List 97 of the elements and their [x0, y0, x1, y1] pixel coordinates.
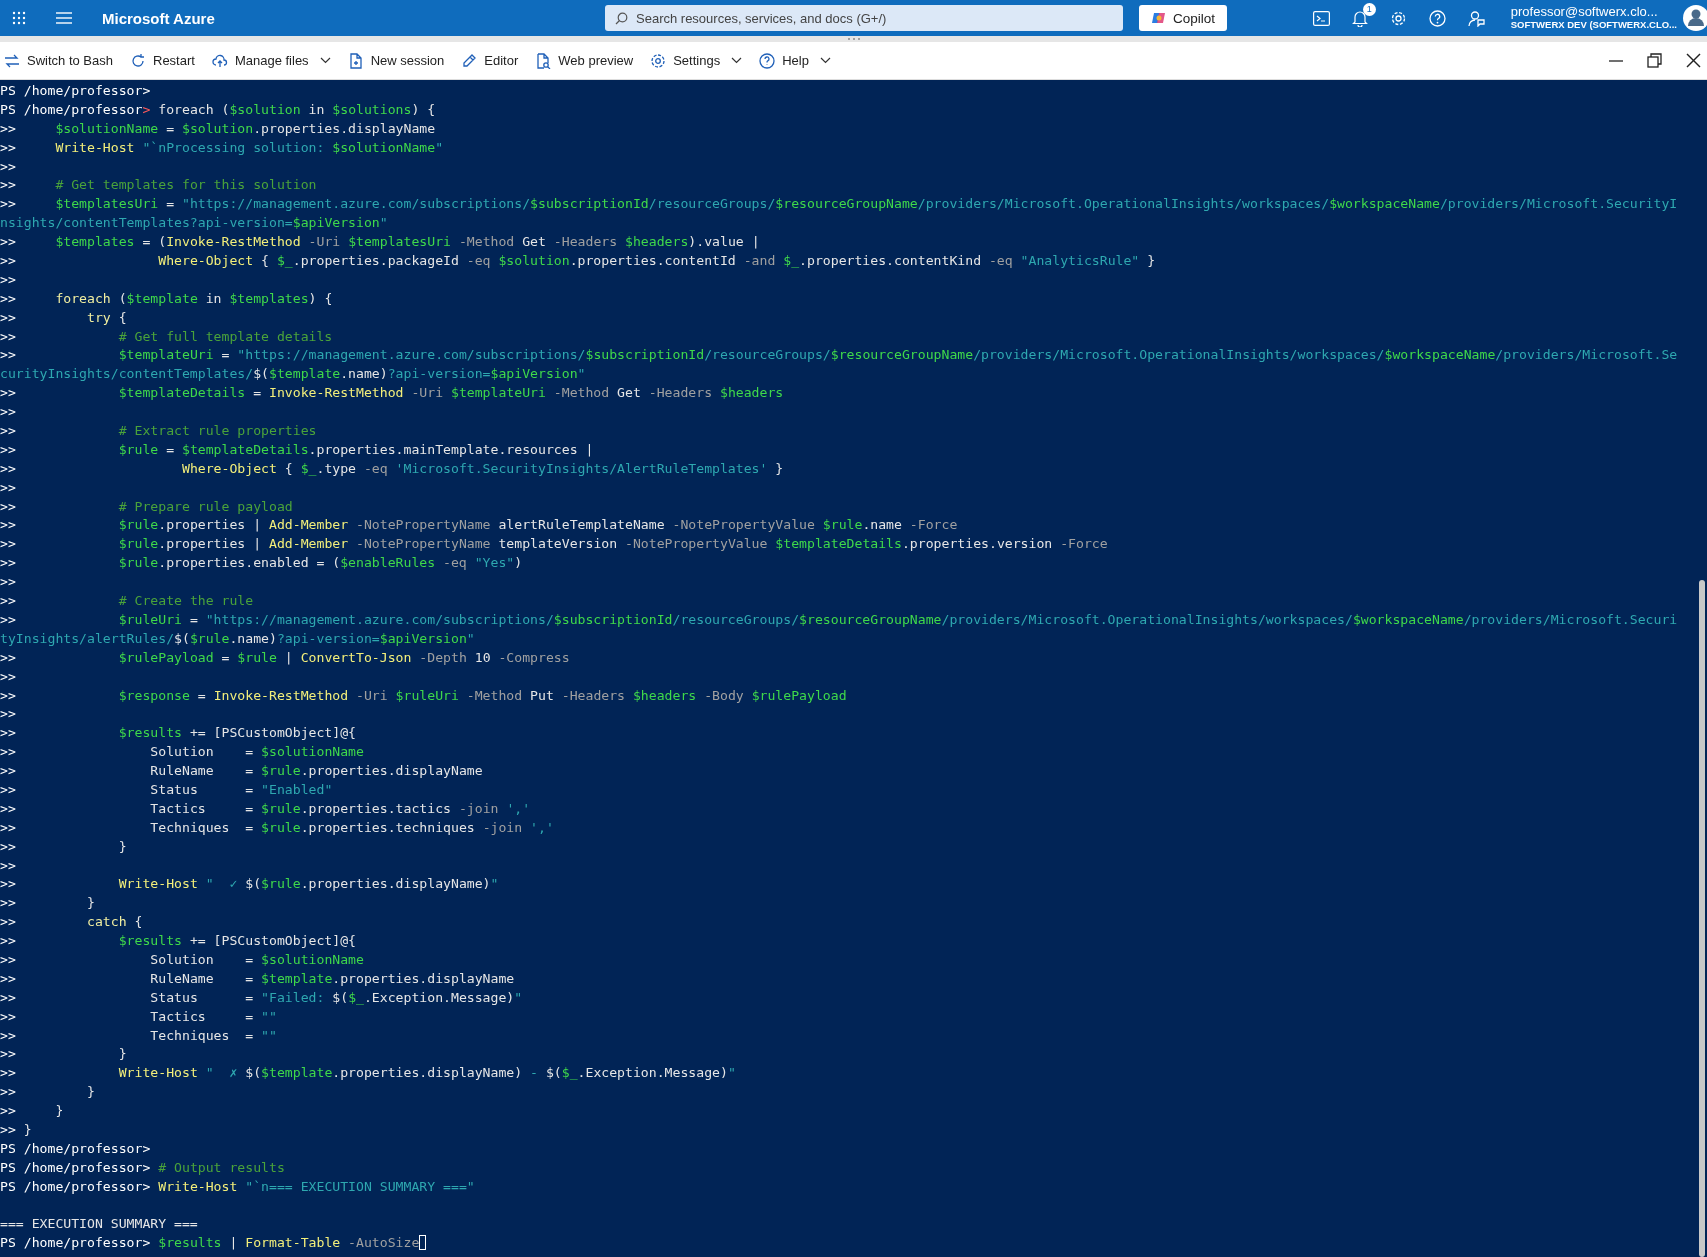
terminal-line: PS /home/professor> — [0, 1139, 152, 1158]
notification-badge: 1 — [1362, 2, 1376, 16]
terminal-line: >> — [0, 478, 17, 497]
toolbar-button[interactable]: Editor — [457, 48, 528, 73]
terminal-line: >> — [0, 573, 17, 592]
terminal-line: PS /home/professor> Write-Host "`n=== EXECUTION SUMMARY ===" — [0, 1177, 476, 1196]
app-launcher-icon[interactable] — [12, 11, 26, 25]
terminal-line: >> $ruleUri = "https://management.azure.com/subscriptions/$subscriptionId/resourceGroups/$resourceGroupName/providers/Microsoft.OperationalInsights/workspaces/$workspaceName/providers/Microsoft.Securi — [0, 610, 1679, 629]
feedback-icon[interactable] — [1467, 9, 1485, 27]
terminal-line: >> Techniques = "" — [0, 1026, 278, 1045]
terminal-line: >> $templateUri = "https://management.azure.com/subscriptions/$subscriptionId/resourceGroups/$resourceGroupName/providers/Microsoft.OperationalInsights/workspaces/$workspaceName/providers/Microsoft.Se — [0, 346, 1679, 365]
terminal-line: >> } — [0, 894, 96, 913]
terminal-line: >> } — [0, 1083, 96, 1102]
terminal-line: >> — [0, 705, 17, 724]
terminal-line: >> $results += [PSCustomObject]@{ — [0, 932, 358, 951]
terminal-line: >> Tactics = $rule.properties.tactics -join ',' — [0, 799, 532, 818]
scrollbar-thumb[interactable] — [1699, 580, 1705, 1257]
terminal-line: >> catch { — [0, 913, 144, 932]
resize-handle-icon[interactable] — [846, 37, 861, 41]
terminal-line: PS /home/professor> # Output results — [0, 1158, 286, 1177]
terminal-line: >> Where-Object { $_.type -eq 'Microsoft.SecurityInsights/AlertRuleTemplates' } — [0, 459, 785, 478]
account-directory: SOFTWERX DEV (SOFTWERX.CLO... — [1510, 20, 1677, 31]
terminal-line: >> Write-Host " ✗ $($template.properties.displayName) - $($_.Exception.Message)" — [0, 1064, 737, 1083]
help-icon — [759, 52, 776, 69]
terminal-line: >> try { — [0, 308, 128, 327]
file-search-icon — [535, 52, 552, 69]
terminal-line: >> — [0, 856, 17, 875]
terminal-line: >> # Get full template details — [0, 327, 334, 346]
terminal-line: >> RuleName = $template.properties.displayName — [0, 969, 516, 988]
terminal-line: >> $results += [PSCustomObject]@{ — [0, 724, 358, 743]
terminal-line: >> Tactics = "" — [0, 1007, 278, 1026]
help-icon[interactable] — [1428, 9, 1446, 27]
terminal-line: >> $rulePayload = $rule | ConvertTo-Json -Depth 10 -Compress — [0, 648, 571, 667]
pencil-icon — [461, 52, 478, 69]
terminal-line: >> — [0, 270, 17, 289]
terminal-line: >> $rule.properties.enabled = ($enableRules -eq "Yes") — [0, 554, 524, 573]
restore-icon[interactable] — [1647, 53, 1662, 68]
toolbar-button[interactable]: Manage files — [207, 48, 340, 73]
new-file-icon — [347, 52, 364, 69]
notifications-icon[interactable] — [1351, 9, 1368, 27]
copilot-icon — [1151, 10, 1167, 26]
terminal-line: >> $response = Invoke-RestMethod -Uri $ruleUri -Method Put -Headers $headers -Body $rulePayload — [0, 686, 848, 705]
terminal-line: PS /home/professor> $results | Format-Table -AutoSize — [0, 1234, 1697, 1254]
terminal-line: >> $rule = $templateDetails.properties.mainTemplate.resources | — [0, 440, 595, 459]
close-icon[interactable] — [1686, 53, 1701, 68]
terminal-line: >> — [0, 403, 17, 422]
copilot-button[interactable]: Copilot — [1139, 5, 1228, 31]
terminal-line: >> Solution = $solutionName — [0, 743, 365, 762]
terminal-line: >> — [0, 157, 17, 176]
toolbar-button[interactable]: Switch to Bash — [0, 48, 122, 73]
terminal-line: >> foreach ($template in $templates) { — [0, 289, 334, 308]
terminal-line: curityInsights/contentTemplates/$($template.name)?api-version=$apiVersion" — [0, 365, 587, 384]
terminal-line: >> $rule.properties | Add-Member -NotePropertyName templateVersion -NotePropertyValue $templateDetails.properties.version -Force — [0, 535, 1109, 554]
terminal-line: >> Status = "Failed: $($_.Exception.Message)" — [0, 988, 524, 1007]
toolbar-button[interactable]: Restart — [126, 48, 204, 73]
terminal-line: >> # Extract rule properties — [0, 422, 318, 441]
swap-arrows-icon — [4, 52, 20, 69]
terminal-line: >> # Prepare rule payload — [0, 497, 294, 516]
terminal-line: >> $solutionName = $solution.properties.displayName — [0, 119, 437, 138]
search-field[interactable]: Search resources, services, and docs (G+/) — [605, 5, 1123, 31]
toolbar-button[interactable]: Settings — [646, 48, 752, 73]
terminal-line: >> $templates = (Invoke-RestMethod -Uri $templatesUri -Method Get -Headers $headers).value | — [0, 233, 761, 252]
cloud-upload-icon — [211, 52, 228, 69]
terminal-line: >> Status = "Enabled" — [0, 780, 334, 799]
toolbar-button[interactable]: Help — [755, 48, 840, 73]
toolbar-button[interactable]: New session — [343, 48, 454, 73]
portal-title[interactable]: Microsoft Azure — [102, 9, 215, 27]
terminal-line: >> # Get templates for this solution — [0, 176, 318, 195]
menu-icon[interactable] — [56, 12, 72, 24]
terminal-line: >> Write-Host "`nProcessing solution: $solutionName" — [0, 138, 445, 157]
terminal-line: PS /home/professor> foreach ($solution in $solutions) { — [0, 100, 437, 119]
search-icon — [615, 12, 628, 25]
terminal-line: >> } — [0, 1121, 33, 1139]
terminal-line: >> Solution = $solutionName — [0, 950, 365, 969]
account-email[interactable]: professor@softwerx.clo... — [1510, 5, 1658, 20]
settings-icon — [650, 52, 667, 69]
terminal-line: === EXECUTION SUMMARY === — [0, 1215, 199, 1234]
terminal-line: nsights/contentTemplates?api-version=$apiVersion" — [0, 214, 389, 233]
terminal-line: >> Techniques = $rule.properties.techniques -join ',' — [0, 818, 555, 837]
toolbar-button[interactable]: Web preview — [531, 48, 643, 73]
terminal-line: >> } — [0, 1045, 128, 1064]
terminal-icon[interactable] — [1312, 10, 1330, 26]
settings-icon[interactable] — [1389, 9, 1407, 27]
terminal-line: >> Where-Object { $_.properties.packageId -eq $solution.properties.contentId -and $_.properties.contentKind -eq "AnalyticsRule" } — [0, 252, 1157, 270]
terminal-line: >> $rule.properties | Add-Member -NotePropertyName alertRuleTemplateName -NotePropertyValue $rule.name -Force — [0, 516, 959, 535]
terminal-line: tyInsights/alertRules/$($rule.name)?api-version=$apiVersion" — [0, 629, 476, 648]
restart-icon — [130, 52, 146, 69]
terminal-line: >> $templatesUri = "https://management.azure.com/subscriptions/$subscriptionId/resourceGroups/$resourceGroupName/providers/Microsoft.OperationalInsights/workspaces/$workspaceName/providers/Microsoft.SecurityI — [0, 195, 1679, 214]
avatar-icon[interactable] — [1681, 3, 1707, 33]
terminal-line: >> # Create the rule — [0, 592, 255, 611]
terminal-line: >> Write-Host " ✓ $($rule.properties.displayName)" — [0, 875, 500, 894]
terminal-line: >> RuleName = $rule.properties.displayName — [0, 762, 484, 781]
terminal-line: >> $templateDetails = Invoke-RestMethod -Uri $templateUri -Method Get -Headers $headers — [0, 384, 785, 403]
terminal-line: PS /home/professor> — [0, 82, 152, 100]
terminal-line: >> } — [0, 1102, 65, 1121]
terminal-line: >> } — [0, 837, 128, 856]
terminal-line: >> — [0, 667, 17, 686]
